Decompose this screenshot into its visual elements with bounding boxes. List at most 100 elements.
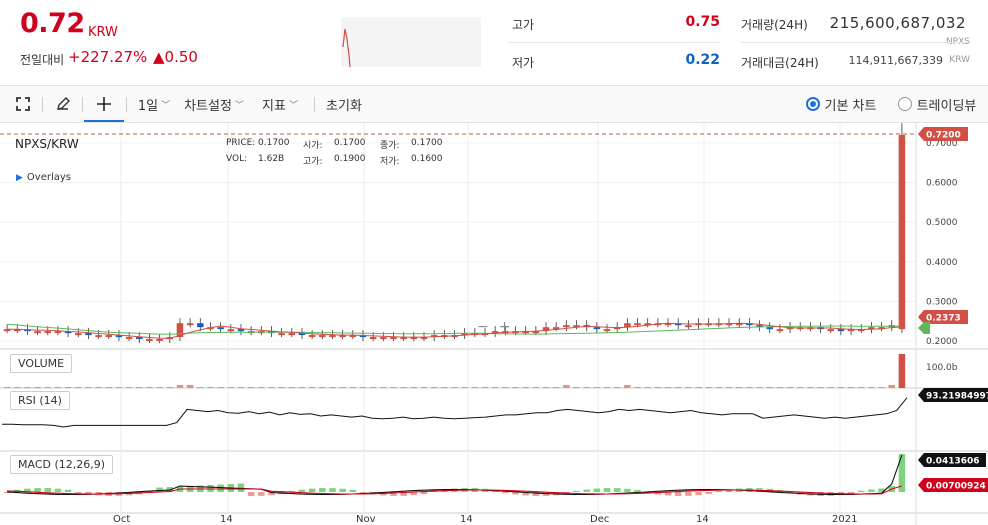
volume-bar [420, 387, 428, 388]
volume-bar [512, 387, 519, 388]
overlays-label: Overlays [26, 172, 72, 183]
macd-histogram-bar [156, 487, 163, 492]
divider [42, 97, 43, 112]
volume-bar [491, 387, 499, 388]
interval-dropdown[interactable]: 1일 ﹀ [134, 86, 174, 122]
overlays-toggle[interactable]: ▶ Overlays [16, 172, 71, 183]
volume-bar [85, 387, 92, 388]
volume-bar [390, 387, 397, 388]
macd-pane-label[interactable]: MACD (12,26,9) [10, 455, 114, 474]
volume-bar [227, 387, 235, 388]
x-tick-label: 14 [696, 514, 709, 525]
rsi-line [2, 397, 908, 428]
volume-pane-label[interactable]: VOLUME [10, 354, 73, 373]
zoom-controls: − + [477, 319, 517, 335]
ohlc-high-label: 고가: [303, 157, 323, 167]
volume-bar [319, 387, 326, 388]
zoom-in-icon[interactable]: + [499, 319, 511, 335]
volume-bar [237, 387, 245, 388]
volume-bar [603, 387, 611, 388]
volume-bar [807, 387, 814, 388]
zoom-out-icon[interactable]: − [477, 319, 489, 335]
ohlc-close: 0.1700 [411, 138, 443, 148]
last-price-tag: 0.7200 [918, 127, 968, 141]
x-tick-label: Dec [590, 514, 609, 525]
pencil-icon[interactable] [48, 86, 78, 122]
candle [197, 323, 204, 328]
volume-bar [796, 387, 804, 388]
ma-value-tag-text: 0.2373 [926, 314, 961, 324]
tradingview-radio[interactable]: 트레이딩뷰 [892, 86, 982, 122]
volume-bar [278, 387, 285, 388]
candle [827, 329, 834, 332]
radio-selected-icon [805, 97, 820, 111]
amount-value: 114,911,667,339 [848, 54, 943, 67]
volume-bar [847, 387, 855, 388]
x-tick-label: Oct [113, 514, 130, 525]
candle [85, 333, 92, 336]
reset-button[interactable]: 초기화 [320, 86, 368, 122]
volume-bar [766, 387, 773, 388]
volume-bar [776, 387, 784, 388]
symbol-label: NPXS/KRW [15, 137, 79, 151]
low-value: 0.22 [685, 52, 720, 68]
divider [126, 97, 127, 112]
volume-bar [532, 387, 540, 388]
volume-bar [3, 387, 11, 388]
macd-histogram-bar [258, 492, 265, 496]
macd-histogram-bar [685, 492, 692, 496]
macd-histogram-bar [349, 489, 357, 492]
fullscreen-icon[interactable] [8, 86, 38, 122]
candle [603, 329, 611, 332]
candle [227, 329, 235, 332]
volume-bar [258, 387, 265, 388]
price-chart[interactable]: 0.7000 0.6000 0.5000 0.4000 0.3000 0.2000 Oct 1… [0, 123, 988, 525]
candle [593, 327, 601, 330]
divider [741, 42, 971, 43]
basic-chart-radio[interactable]: 기본 차트 [800, 86, 882, 122]
rsi-pane-label[interactable]: RSI (14) [10, 391, 70, 410]
volume-label: 거래량(24H) [741, 18, 808, 32]
candle [776, 329, 784, 332]
volume-bar [888, 385, 896, 388]
volume-bar [857, 387, 865, 388]
volume-bar [837, 387, 845, 388]
macd-histogram-bar [54, 488, 62, 492]
candle [634, 323, 641, 326]
ohlc-close-label: 종가: [380, 141, 400, 151]
candle [105, 335, 113, 338]
y-tick-label: 0.5000 [926, 218, 958, 228]
volume-bar [664, 387, 672, 388]
candle [563, 325, 570, 328]
volume-bar [715, 387, 723, 388]
macd-histogram-bar [308, 488, 316, 492]
basic-chart-label: 기본 차트 [824, 98, 877, 114]
y-tick-label: 0.2000 [926, 337, 958, 347]
macd-value-tag-text: 0.0413606 [926, 457, 980, 467]
indicators-dropdown[interactable]: 지표 ﹀ [258, 86, 302, 122]
volume-bar [695, 387, 702, 388]
volume-bar [430, 387, 438, 388]
chevron-down-icon: ﹀ [288, 100, 298, 111]
volume-bar [552, 387, 560, 388]
volume-bar [298, 387, 306, 388]
macd-histogram-bar [573, 490, 580, 492]
volume-bar [146, 387, 153, 388]
volume-bar [308, 387, 316, 388]
macd-histogram-bar [634, 489, 641, 492]
macd-histogram-bar [613, 488, 621, 492]
ohlc-price-label: PRICE: [226, 138, 256, 148]
crosshair-icon[interactable] [86, 86, 122, 122]
y-tick-label: 0.3000 [926, 297, 958, 307]
macd-histogram-bar [715, 490, 723, 492]
candle [278, 333, 285, 336]
volume-bar [186, 385, 194, 388]
chart-settings-dropdown[interactable]: 차트설정 ﹀ [180, 86, 248, 122]
ohlc-vol: 1.62B [258, 154, 285, 164]
candle [369, 337, 377, 340]
ma-green-marker [918, 322, 930, 334]
volume-bar [410, 387, 418, 388]
volume-bar [166, 387, 174, 388]
chevron-down-icon: ﹀ [161, 100, 171, 111]
volume-bar [827, 387, 834, 388]
